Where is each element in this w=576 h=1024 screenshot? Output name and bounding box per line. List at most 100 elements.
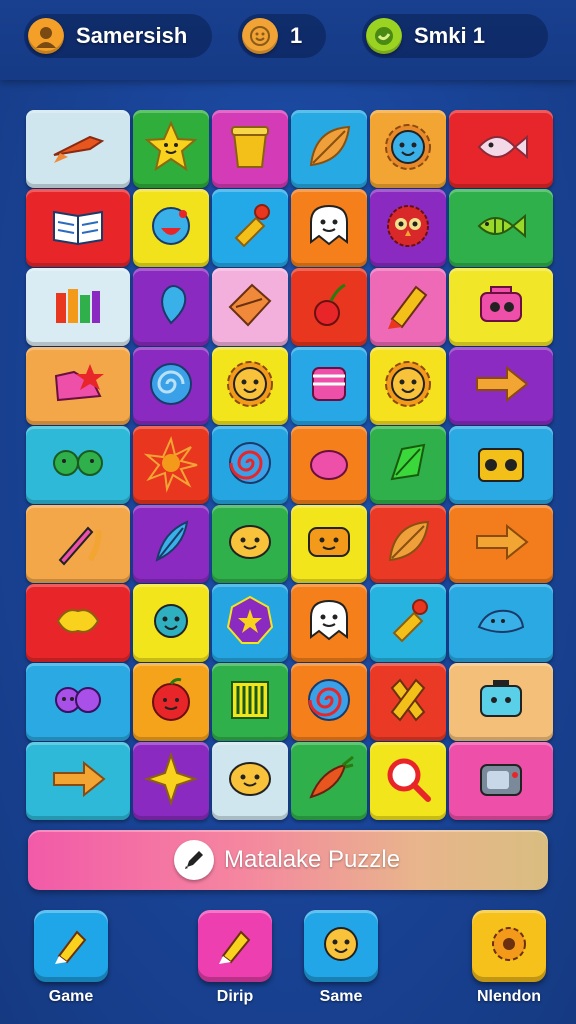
nav-button-nlendon[interactable] [472,910,546,982]
blob-face-icon [222,514,278,575]
gear-face-icon [380,119,436,180]
pencil-icon [213,922,257,971]
arrow-right-icon [473,514,529,575]
puzzle-tile[interactable] [26,505,130,583]
puzzle-title-banner[interactable]: Matalake Puzzle [28,830,548,890]
puzzle-tile[interactable] [133,189,209,267]
puzzle-tile[interactable] [26,742,130,820]
puzzle-tile[interactable] [291,268,367,346]
puzzle-tile[interactable] [291,742,367,820]
nav-button-dirip[interactable] [198,910,272,982]
nav-button-same[interactable] [304,910,378,982]
coin-count: 1 [290,23,303,48]
puzzle-tile[interactable] [291,584,367,662]
puzzle-tile[interactable] [133,426,209,504]
puzzle-tile[interactable] [449,347,553,425]
puzzle-tile[interactable] [449,584,553,662]
feather-icon [143,514,199,575]
puzzle-tile[interactable] [449,742,553,820]
pin-icon [222,198,278,259]
puzzle-tile[interactable] [291,189,367,267]
puzzle-tile[interactable] [449,110,553,188]
puzzle-tile[interactable] [449,189,553,267]
puzzle-tile[interactable] [212,189,288,267]
ghost-face-icon [301,198,357,259]
puzzle-tile[interactable] [370,347,446,425]
puzzle-tile[interactable] [133,110,209,188]
player-pill[interactable]: Samersish [24,14,212,58]
puzzle-tile[interactable] [449,663,553,741]
puzzle-tile[interactable] [291,426,367,504]
planet-face-icon [143,593,199,654]
coins-pill[interactable]: 1 [238,14,326,58]
magnifier-icon [380,751,436,812]
puzzle-tile[interactable] [291,347,367,425]
puzzle-tile[interactable] [133,505,209,583]
puzzle-tile[interactable] [449,268,553,346]
puzzle-tile[interactable] [26,268,130,346]
pin-icon [380,593,436,654]
puzzle-tile[interactable] [291,663,367,741]
puzzle-tile[interactable] [370,663,446,741]
nav-button-game[interactable] [34,910,108,982]
puzzle-tile[interactable] [212,505,288,583]
puzzle-tile[interactable] [26,347,130,425]
puzzle-tile[interactable] [133,584,209,662]
carrot-icon [301,751,357,812]
puzzle-title: Matalake Puzzle [224,846,401,873]
nav-label: Same [319,988,363,1005]
pencil-icon [49,922,93,971]
puzzle-tile[interactable] [291,110,367,188]
puzzle-tile[interactable] [449,426,553,504]
bubble-face-icon [143,198,199,259]
coin-icon [242,18,278,54]
speech-bubble-icon [50,672,106,733]
sun-face-icon [222,356,278,417]
stage-label: Smki 1 [414,23,485,48]
puzzle-tile[interactable] [212,426,288,504]
puzzle-tile[interactable] [370,505,446,583]
puzzle-tile[interactable] [212,347,288,425]
puzzle-tile[interactable] [26,426,130,504]
puzzle-tile[interactable] [370,189,446,267]
radio-icon [473,435,529,496]
puzzle-tile[interactable] [370,584,446,662]
nav-label: Nlendon [477,988,541,1005]
x-mark-icon [380,672,436,733]
shoe-icon [50,356,106,417]
puzzle-tile[interactable] [291,505,367,583]
barcode-icon [222,672,278,733]
puzzle-tile[interactable] [370,268,446,346]
puzzle-tile[interactable] [133,268,209,346]
envelope-icon [222,277,278,338]
book-icon [50,198,106,259]
puzzle-tile[interactable] [370,426,446,504]
box-face-icon [301,514,357,575]
apple-face-icon [143,672,199,733]
fish-bone-icon [473,198,529,259]
puzzle-tile[interactable] [449,505,553,583]
puzzle-tile[interactable] [26,663,130,741]
puzzle-tile[interactable] [212,268,288,346]
puzzle-tile[interactable] [133,347,209,425]
spiral-icon [301,672,357,733]
puzzle-tile[interactable] [212,663,288,741]
puzzle-tile[interactable] [26,110,130,188]
puzzle-tile[interactable] [133,742,209,820]
owl-icon [380,198,436,259]
puzzle-tile[interactable] [26,584,130,662]
puzzle-tile[interactable] [133,663,209,741]
puzzle-tile[interactable] [370,110,446,188]
sparkle-star-icon [143,751,199,812]
bucket-icon [222,119,278,180]
face-icon [319,922,363,971]
puzzle-tile[interactable] [370,742,446,820]
puzzle-tile[interactable] [212,742,288,820]
stage-pill[interactable]: Smki 1 [362,14,548,58]
player-name: Samersish [76,23,188,48]
puzzle-tile[interactable] [212,110,288,188]
cup-icon [301,356,357,417]
puzzle-tile[interactable] [26,189,130,267]
gear-icon [487,922,531,971]
puzzle-tile[interactable] [212,584,288,662]
